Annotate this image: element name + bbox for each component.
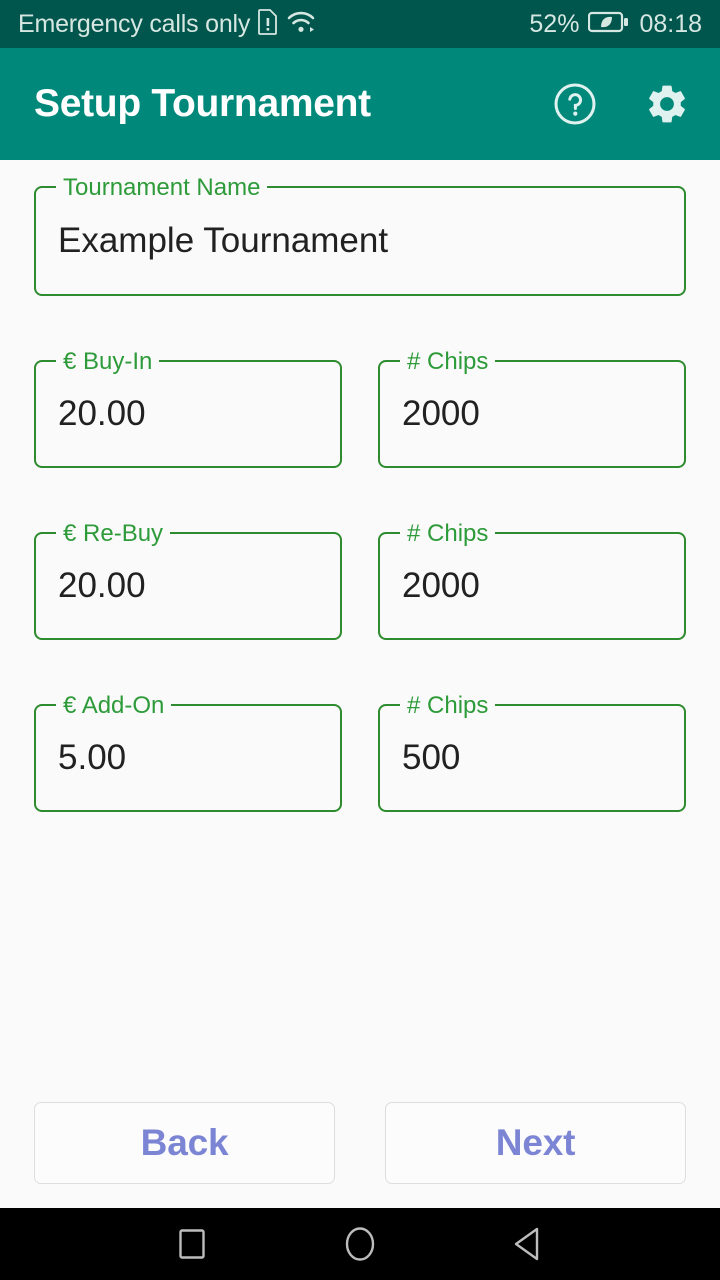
buy-in-amount-value: 20.00 — [58, 394, 146, 433]
sim-alert-icon — [258, 8, 278, 40]
re-buy-chips-input[interactable]: # Chips 2000 — [378, 521, 686, 640]
triangle-back-icon[interactable] — [500, 1216, 556, 1272]
add-on-amount-input[interactable]: € Add-On 5.00 — [34, 693, 342, 812]
re-buy-chips-label: # Chips — [400, 521, 496, 547]
add-on-chips-value: 500 — [402, 738, 461, 777]
battery-saver-leaf-icon — [588, 10, 630, 39]
field-re-buy-chips[interactable]: # Chips 2000 — [378, 521, 686, 640]
add-on-chips-label: # Chips — [400, 693, 496, 719]
re-buy-amount-label: € Re-Buy — [56, 521, 171, 547]
form-content: Tournament Name Example Tournament € Buy… — [0, 160, 720, 1102]
field-add-on-amount[interactable]: € Add-On 5.00 — [34, 693, 342, 812]
add-on-chips-input[interactable]: # Chips 500 — [378, 693, 686, 812]
tournament-name-input[interactable]: Tournament Name Example Tournament — [34, 175, 686, 296]
circle-home-icon[interactable] — [332, 1216, 388, 1272]
square-recents-icon[interactable] — [164, 1216, 220, 1272]
help-circle-icon[interactable] — [552, 81, 598, 127]
status-bar: Emergency calls only 52% 08:18 — [0, 0, 720, 48]
battery-percent-label: 52% — [529, 9, 580, 38]
field-re-buy-amount[interactable]: € Re-Buy 20.00 — [34, 521, 342, 640]
next-button[interactable]: Next — [385, 1102, 686, 1184]
field-add-on-chips[interactable]: # Chips 500 — [378, 693, 686, 812]
row-re-buy: € Re-Buy 20.00 # Chips 2000 — [34, 521, 686, 640]
app-bar: Setup Tournament — [0, 48, 720, 160]
gear-icon[interactable] — [644, 81, 690, 127]
page-title: Setup Tournament — [34, 82, 371, 125]
status-bar-left: Emergency calls only — [18, 8, 529, 40]
buy-in-amount-label: € Buy-In — [56, 349, 160, 375]
row-add-on: € Add-On 5.00 # Chips 500 — [34, 693, 686, 812]
app-bar-actions — [552, 81, 690, 127]
re-buy-amount-value: 20.00 — [58, 566, 146, 605]
tournament-name-value: Example Tournament — [58, 221, 389, 260]
phone-screen: Emergency calls only 52% 08:18 Setup Tou… — [0, 0, 720, 1280]
android-nav-bar — [0, 1208, 720, 1280]
field-buy-in-chips[interactable]: # Chips 2000 — [378, 349, 686, 468]
footer-button-bar: Back Next — [0, 1102, 720, 1184]
add-on-amount-label: € Add-On — [56, 693, 172, 719]
buy-in-chips-value: 2000 — [402, 394, 480, 433]
field-tournament-name[interactable]: Tournament Name Example Tournament — [34, 175, 686, 296]
buy-in-amount-input[interactable]: € Buy-In 20.00 — [34, 349, 342, 468]
add-on-amount-value: 5.00 — [58, 738, 127, 777]
wifi-icon — [286, 10, 316, 39]
carrier-label: Emergency calls only — [18, 9, 251, 38]
status-bar-right: 52% 08:18 — [529, 10, 702, 39]
tournament-name-label: Tournament Name — [56, 175, 268, 201]
re-buy-amount-input[interactable]: € Re-Buy 20.00 — [34, 521, 342, 640]
buy-in-chips-label: # Chips — [400, 349, 496, 375]
back-button[interactable]: Back — [34, 1102, 335, 1184]
clock-label: 08:18 — [639, 9, 702, 38]
field-buy-in-amount[interactable]: € Buy-In 20.00 — [34, 349, 342, 468]
row-buy-in: € Buy-In 20.00 # Chips 2000 — [34, 349, 686, 468]
buy-in-chips-input[interactable]: # Chips 2000 — [378, 349, 686, 468]
re-buy-chips-value: 2000 — [402, 566, 480, 605]
